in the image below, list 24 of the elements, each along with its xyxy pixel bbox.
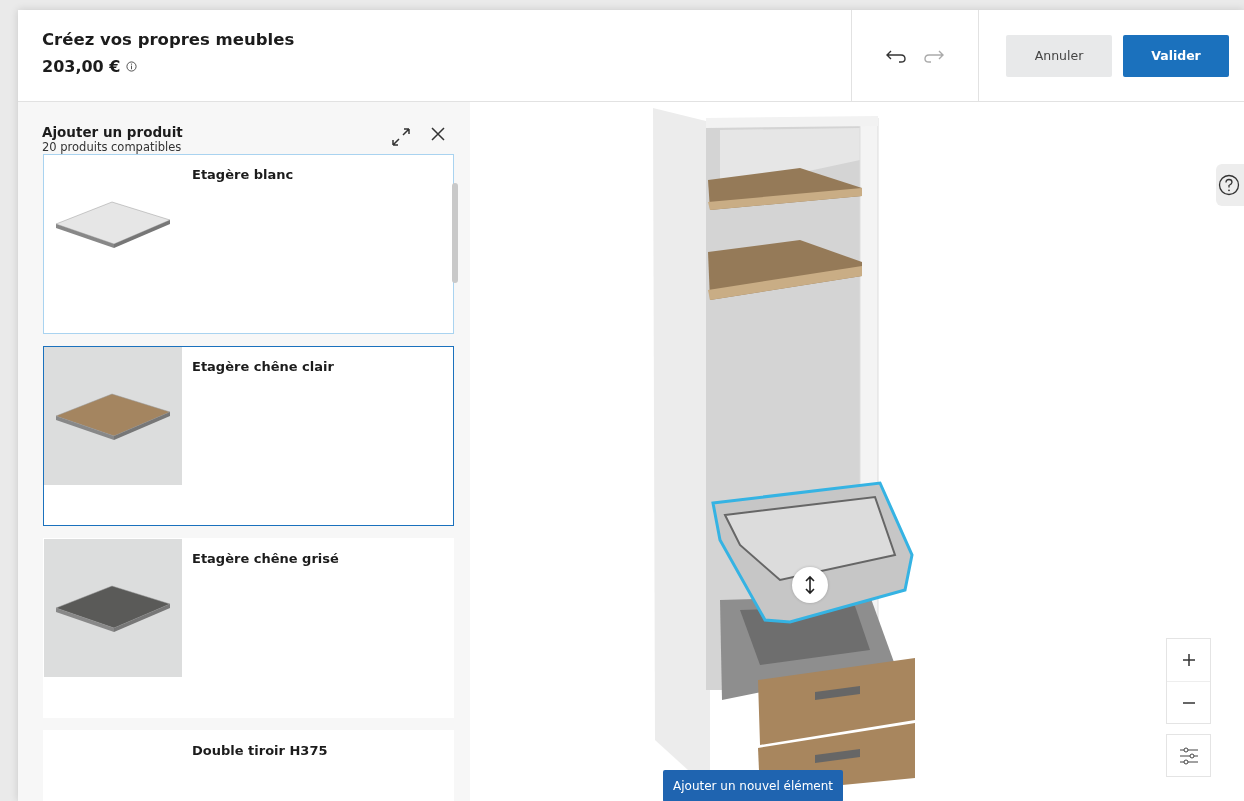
product-card[interactable]: Etagère blanc [43,154,454,334]
info-icon[interactable] [126,61,138,72]
product-name: Etagère chêne grisé [191,550,340,568]
add-element-button[interactable]: Ajouter un nouvel élément [663,770,844,801]
product-card[interactable]: Etagère chêne grisé [43,538,454,718]
product-name: Etagère blanc [191,166,295,184]
close-icon[interactable] [430,126,446,142]
page-title: Créez vos propres meubles [42,30,296,49]
minus-icon [1181,701,1196,704]
product-name: Etagère chêne clair [191,358,335,376]
expand-icon[interactable] [390,126,412,148]
cancel-button[interactable]: Annuler [1006,34,1112,77]
plus-icon [1181,653,1196,667]
sliders-icon [1177,745,1200,766]
validate-button[interactable]: Valider [1123,34,1229,77]
help-button[interactable] [1216,164,1244,206]
product-name: Double tiroir H375 [191,742,329,760]
total-price: 203,00 € [42,57,121,76]
panel-title: Ajouter un produit [42,124,183,140]
panel-subtitle: 20 produits compatibles [42,140,183,154]
settings-button[interactable] [1166,734,1211,777]
scrollbar[interactable] [452,183,458,283]
product-card[interactable]: Etagère chêne clair [43,346,454,526]
product-card[interactable]: Double tiroir H375 [43,730,454,801]
